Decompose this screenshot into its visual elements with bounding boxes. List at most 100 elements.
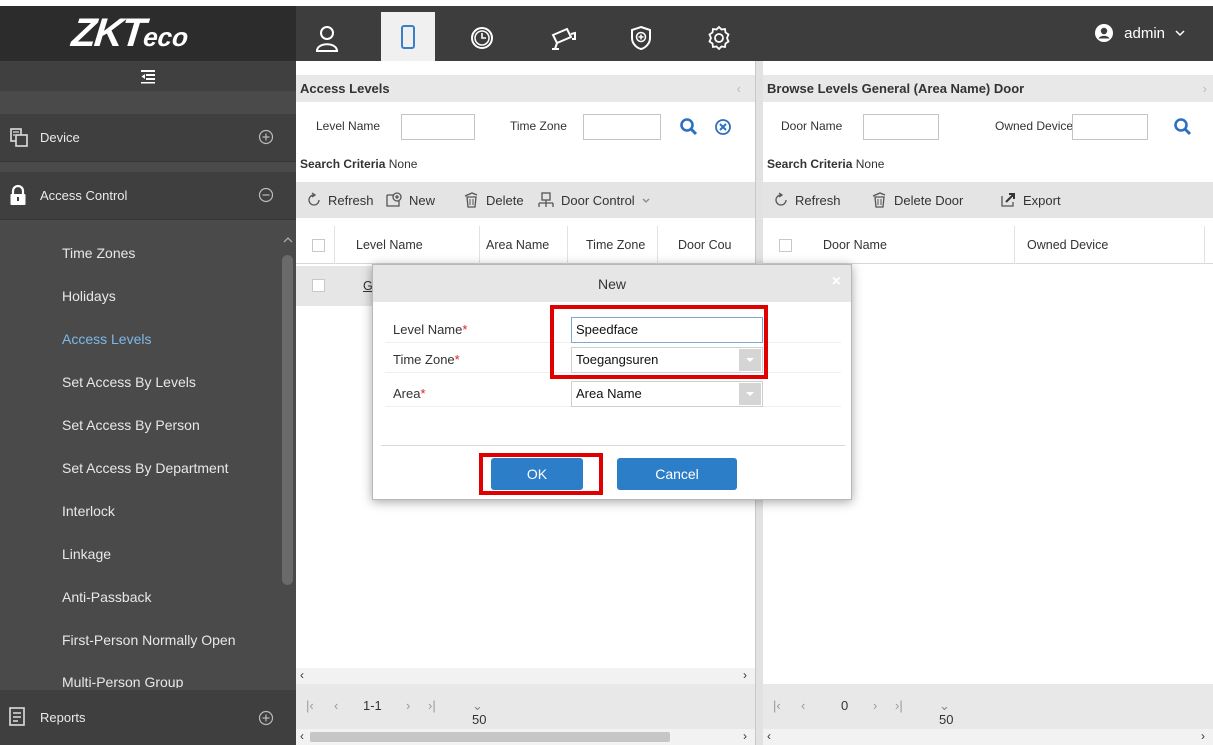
select-all-checkbox[interactable] [312,239,325,252]
dropdown-arrow-icon[interactable] [739,383,761,405]
scroll-right-icon[interactable]: › [743,668,747,682]
delete-button[interactable]: Delete [462,182,524,218]
search-row: Level Name Time Zone [296,111,755,143]
export-button[interactable]: Export [999,182,1061,218]
first-page-icon[interactable]: |‹ [773,698,781,713]
scroll-left-icon[interactable]: ‹ [300,668,304,682]
chevron-down-icon [1175,30,1185,37]
door-name-search-input[interactable] [863,114,939,140]
last-page-icon[interactable]: ›| [428,698,436,713]
column-header-owned-device[interactable]: Owned Device [1015,226,1205,264]
row-checkbox[interactable] [312,279,325,292]
user-menu[interactable]: admin [1094,18,1185,48]
toolbar: Refresh Delete Door Export [763,182,1213,218]
sidebar-section-reports[interactable]: Reports [0,690,296,745]
panel-title: Access Levels [300,81,390,96]
scroll-thumb[interactable] [310,732,670,742]
level-name-label: Level Name [316,119,381,133]
level-name-search-input[interactable] [401,114,475,140]
sidebar-section-device[interactable]: Device [0,114,296,162]
scroll-right-icon[interactable]: › [1201,729,1205,743]
refresh-icon [308,192,320,206]
dialog-header: New × [373,265,851,302]
door-control-dropdown[interactable]: Door Control [537,182,651,218]
expand-plus-icon[interactable] [258,710,274,726]
time-zone-search-input[interactable] [583,114,661,140]
nav-door-icon[interactable] [381,12,435,61]
new-button[interactable]: New [385,182,435,218]
highlight-box-fields [550,305,768,379]
sidebar-section-access-control[interactable]: Access Control [0,172,296,220]
prev-page-icon[interactable]: ‹ [334,698,338,713]
lock-icon [10,185,26,205]
nav-camera-icon[interactable] [536,14,590,61]
sidebar-item-holidays[interactable]: Holidays [0,275,278,317]
sidebar-item-linkage[interactable]: Linkage [0,533,278,575]
next-page-icon[interactable]: › [873,698,877,713]
owned-device-search-input[interactable] [1072,114,1148,140]
prev-page-icon[interactable]: ‹ [801,698,805,713]
search-icon[interactable] [1173,117,1193,137]
collapse-minus-icon[interactable] [258,187,274,203]
sidebar-item-set-access-by-department[interactable]: Set Access By Department [0,447,278,489]
sidebar-item-interlock[interactable]: Interlock [0,490,278,532]
sidebar-item-first-person-normally-open[interactable]: First-Person Normally Open [0,619,278,661]
nav-person-icon[interactable] [300,14,354,61]
expand-plus-icon[interactable] [258,129,274,145]
sidebar-section-label: Reports [40,710,86,725]
horizontal-scrollbar[interactable]: ‹ › [296,668,755,684]
logo[interactable]: ZKTeco [0,6,296,61]
scroll-left-icon[interactable]: ‹ [767,729,771,743]
close-icon[interactable]: × [832,273,841,291]
cancel-button[interactable]: Cancel [617,458,737,490]
sidebar-scroll-thumb[interactable] [282,255,293,585]
scroll-left-icon[interactable]: ‹ [300,729,304,743]
area-select[interactable]: Area Name [571,381,763,407]
delete-door-button[interactable]: Delete Door [870,182,963,218]
scroll-right-icon[interactable]: › [743,729,747,743]
column-header-area-name[interactable]: Area Name [480,226,568,264]
next-page-icon[interactable]: › [406,698,410,713]
panel-expand-icon[interactable]: › [1203,75,1207,102]
new-icon [386,192,402,207]
column-header-door-count[interactable]: Door Cou [658,226,742,264]
select-all-checkbox[interactable] [779,239,792,252]
first-page-icon[interactable]: |‹ [306,698,314,713]
refresh-icon [775,192,787,206]
dialog-separator [381,445,845,446]
reports-icon [9,707,25,726]
column-header-time-zone[interactable]: Time Zone [568,226,658,264]
search-icon[interactable] [679,117,699,137]
refresh-button[interactable]: Refresh [773,182,841,218]
sidebar-item-set-access-by-levels[interactable]: Set Access By Levels [0,361,278,403]
last-page-icon[interactable]: ›| [895,698,903,713]
sidebar-section-label: Access Control [40,188,128,203]
sidebar-collapse-button[interactable] [0,61,296,91]
sidebar-item-time-zones[interactable]: Time Zones [0,232,278,274]
column-header-level-name[interactable]: Level Name [346,226,480,264]
sidebar-item-access-levels[interactable]: Access Levels [0,318,278,360]
bottom-scrollbar[interactable]: ‹ › [763,729,1213,745]
nav-clock-icon[interactable] [455,14,509,61]
sidebar-item-anti-passback[interactable]: Anti-Passback [0,576,278,618]
refresh-button[interactable]: Refresh [306,182,374,218]
rows-per-page-select[interactable]: 50 rows per page ⌄ [939,698,966,745]
time-zone-label: Time Zone [510,119,567,133]
nav-shield-plus-icon[interactable] [614,14,668,61]
dialog-title: New [597,276,626,292]
sidebar-item-multi-person-group[interactable]: Multi-Person Group [0,662,278,688]
table-header: Level Name Area Name Time Zone Door Cou [296,226,755,264]
collapse-menu-icon [141,70,155,84]
top-bar: ZKTeco admin [0,0,1213,61]
rows-per-page-select[interactable]: 50 rows per page ⌄ [472,698,499,745]
panel-collapse-icon[interactable]: ‹ [737,75,741,102]
clear-search-icon[interactable] [714,118,732,136]
bottom-scrollbar[interactable]: ‹ › [296,729,755,745]
door-control-label: Door Control [561,192,635,208]
nav-gear-icon[interactable] [692,14,746,61]
brand-suffix: eco [141,22,190,52]
sidebar-item-set-access-by-person[interactable]: Set Access By Person [0,404,278,446]
column-header-door-name[interactable]: Door Name [811,226,1015,264]
delete-label: Delete [486,192,524,208]
refresh-label: Refresh [328,192,374,208]
